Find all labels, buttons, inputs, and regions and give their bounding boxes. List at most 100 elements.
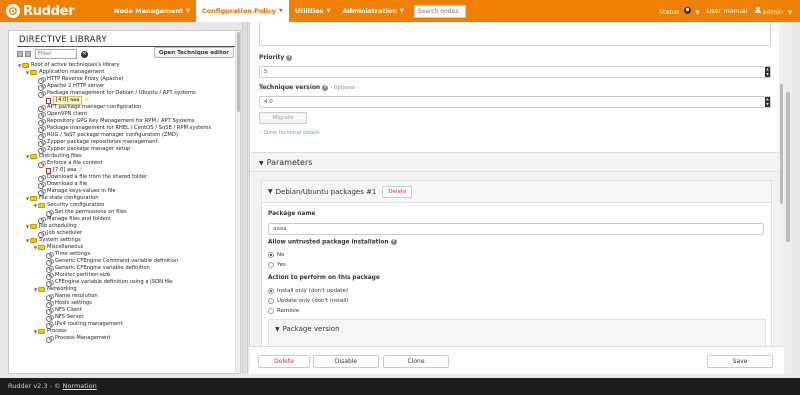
- delete-directive-button[interactable]: Delete: [258, 355, 310, 368]
- tree-node[interactable]: ▼ Miscellaneous: [17, 244, 237, 251]
- package-name-label: Package name: [268, 211, 316, 217]
- tree-node[interactable]: Download a file: [17, 181, 237, 189]
- tree-node[interactable]: APT package manager configuration: [17, 104, 237, 112]
- tree-node[interactable]: Generic CFEngine variable definition: [17, 265, 237, 273]
- chevron-down-icon[interactable]: ▼: [268, 181, 273, 203]
- directive-tree: ▼ Root of active techniques's library ▼ App…: [17, 62, 237, 374]
- radio-button[interactable]: [268, 252, 274, 258]
- tree-node[interactable]: [4.0] aaa ⚠: [17, 96, 237, 105]
- tree-node[interactable]: Hosts settings: [17, 300, 237, 308]
- tree-node[interactable]: ▼ Application management: [17, 69, 237, 76]
- nav-node-management[interactable]: Node Management ▼: [108, 0, 196, 22]
- action-update-only[interactable]: Update only (don't install): [268, 298, 349, 304]
- radio-button[interactable]: [268, 298, 274, 304]
- rudder-logo[interactable]: Rudder: [6, 4, 108, 19]
- clear-filter-icon[interactable]: ✕: [81, 50, 88, 58]
- tree-node[interactable]: ▼ Networking: [17, 286, 237, 293]
- package-version-header[interactable]: ▼ Package version: [275, 325, 340, 333]
- action-label: Action to perform on this package: [268, 275, 380, 281]
- tree-node[interactable]: [7.0] aaa ⚠: [17, 167, 237, 174]
- user-menu[interactable]: admin ▼: [754, 6, 792, 16]
- radio-button[interactable]: [268, 308, 274, 314]
- help-icon[interactable]: ?: [322, 84, 329, 91]
- tree-node[interactable]: CFEngine variable definition using a JSO…: [17, 279, 237, 287]
- allow-untrusted-yes[interactable]: Yes: [268, 262, 286, 268]
- actions-bar: Delete Disable Clone Save: [249, 346, 784, 374]
- tree-node[interactable]: Enforce a file content: [17, 160, 237, 168]
- priority-select[interactable]: 5 ▲ ▼: [259, 66, 771, 78]
- save-directive-button[interactable]: Save: [707, 355, 773, 368]
- action-install-only[interactable]: Install only (don't update): [268, 288, 348, 294]
- library-tools: ✕: [17, 49, 88, 59]
- migrate-button[interactable]: Migrate: [259, 112, 307, 124]
- tree-node[interactable]: Manage keys-values in file: [17, 188, 237, 196]
- nav-utilities[interactable]: Utilities ▼: [289, 0, 337, 22]
- folder-icon: [38, 203, 45, 208]
- tree-node[interactable]: RUG / YaST package manager configuration…: [17, 132, 237, 140]
- parameters-header[interactable]: ▼ Parameters: [251, 152, 784, 172]
- scrollbar-thumb[interactable]: [780, 84, 783, 204]
- page-scrollbar[interactable]: [784, 22, 792, 374]
- search-nodes-input[interactable]: [413, 4, 466, 18]
- tree-node[interactable]: OpenVPN client: [17, 111, 237, 119]
- tree-node[interactable]: Zypper package repositories management: [17, 139, 237, 147]
- show-technical-details-link[interactable]: › Show technical details: [260, 130, 320, 136]
- tree-node[interactable]: Generic CFEngine Command variable defini…: [17, 258, 237, 266]
- tree-node[interactable]: Zypper package manager setup: [17, 146, 237, 154]
- tree-node[interactable]: ▼ Process: [17, 328, 237, 335]
- tree-node[interactable]: Package management for Debian / Ubuntu /…: [17, 90, 237, 98]
- allow-untrusted-no[interactable]: No: [268, 252, 284, 258]
- tree-node[interactable]: ▼ Distributing files: [17, 153, 237, 160]
- open-technique-editor-button[interactable]: Open Technique editor: [153, 47, 234, 58]
- nav-configuration-policy[interactable]: Configuration Policy ▼: [195, 0, 289, 22]
- panel-splitter[interactable]: [242, 22, 248, 373]
- tree-node[interactable]: ▼ File state configuration: [17, 195, 237, 202]
- tree-node[interactable]: Apache 2 HTTP server: [17, 83, 237, 91]
- status-menu[interactable]: Status ▼: [659, 6, 699, 16]
- nav-administration[interactable]: Administration ▼: [336, 0, 409, 22]
- action-remove[interactable]: Remove: [268, 308, 299, 314]
- help-icon[interactable]: ?: [286, 54, 293, 61]
- technique-gear-icon: [46, 321, 54, 329]
- tree-node[interactable]: Name resolution: [17, 293, 237, 301]
- tree-node[interactable]: Download a file from the shared folder: [17, 174, 237, 182]
- package-name-input[interactable]: [268, 223, 764, 235]
- clone-directive-button[interactable]: Clone: [383, 355, 449, 368]
- disable-directive-button[interactable]: Disable: [313, 355, 379, 368]
- tree-node[interactable]: Time settings: [17, 251, 237, 259]
- filter-input[interactable]: [35, 49, 77, 59]
- tree-node[interactable]: Job scheduler: [17, 230, 237, 238]
- tree-node[interactable]: Package management for RHEL / CentOS / S…: [17, 125, 237, 133]
- tree-node[interactable]: Process Management: [17, 335, 237, 343]
- tree-node[interactable]: NFS Server: [17, 314, 237, 322]
- tree-node[interactable]: Manage files and folders: [17, 216, 237, 224]
- tree-node[interactable]: NFS Client: [17, 307, 237, 315]
- radio-button[interactable]: [268, 288, 274, 294]
- tree-node[interactable]: Repository GPG Key Management for RPM / …: [17, 118, 237, 126]
- library-scrollbar[interactable]: [235, 31, 240, 373]
- scrollbar-thumb[interactable]: [786, 92, 790, 242]
- tree-node[interactable]: Set the permissions on files: [17, 209, 237, 217]
- tree-node[interactable]: Monitor partition size: [17, 272, 237, 280]
- tree-node[interactable]: ▼ System settings: [17, 237, 237, 244]
- technique-gear-icon: [38, 188, 46, 196]
- delete-section-button[interactable]: Delete: [382, 185, 413, 198]
- user-manual-link[interactable]: User manual: [706, 7, 747, 15]
- radio-button[interactable]: [268, 262, 274, 268]
- technique-gear-icon: [46, 314, 54, 322]
- tree-node[interactable]: HTTP Reverse Proxy (Apache): [17, 76, 237, 84]
- tree-node[interactable]: ▼ Root of active techniques's library: [17, 62, 237, 69]
- tree-node[interactable]: IPv4 routing management: [17, 321, 237, 329]
- technique-version-select[interactable]: 4.0 ▲ ▼: [259, 96, 771, 108]
- tree-node[interactable]: ▼ Job scheduling: [17, 223, 237, 230]
- collapse-all-icon[interactable]: [17, 51, 23, 57]
- tree-node-label: Set the permissions on files: [55, 209, 127, 215]
- package-version-title: Package version: [282, 325, 340, 333]
- expand-all-icon[interactable]: [25, 51, 31, 57]
- radio-label: Remove: [277, 308, 300, 314]
- long-description-textarea[interactable]: [259, 22, 771, 46]
- footer-company-link[interactable]: Normation: [63, 382, 97, 390]
- scrollbar-thumb[interactable]: [237, 32, 240, 112]
- help-icon[interactable]: ?: [390, 239, 397, 245]
- tree-node[interactable]: ▼ Security configuration: [17, 202, 237, 209]
